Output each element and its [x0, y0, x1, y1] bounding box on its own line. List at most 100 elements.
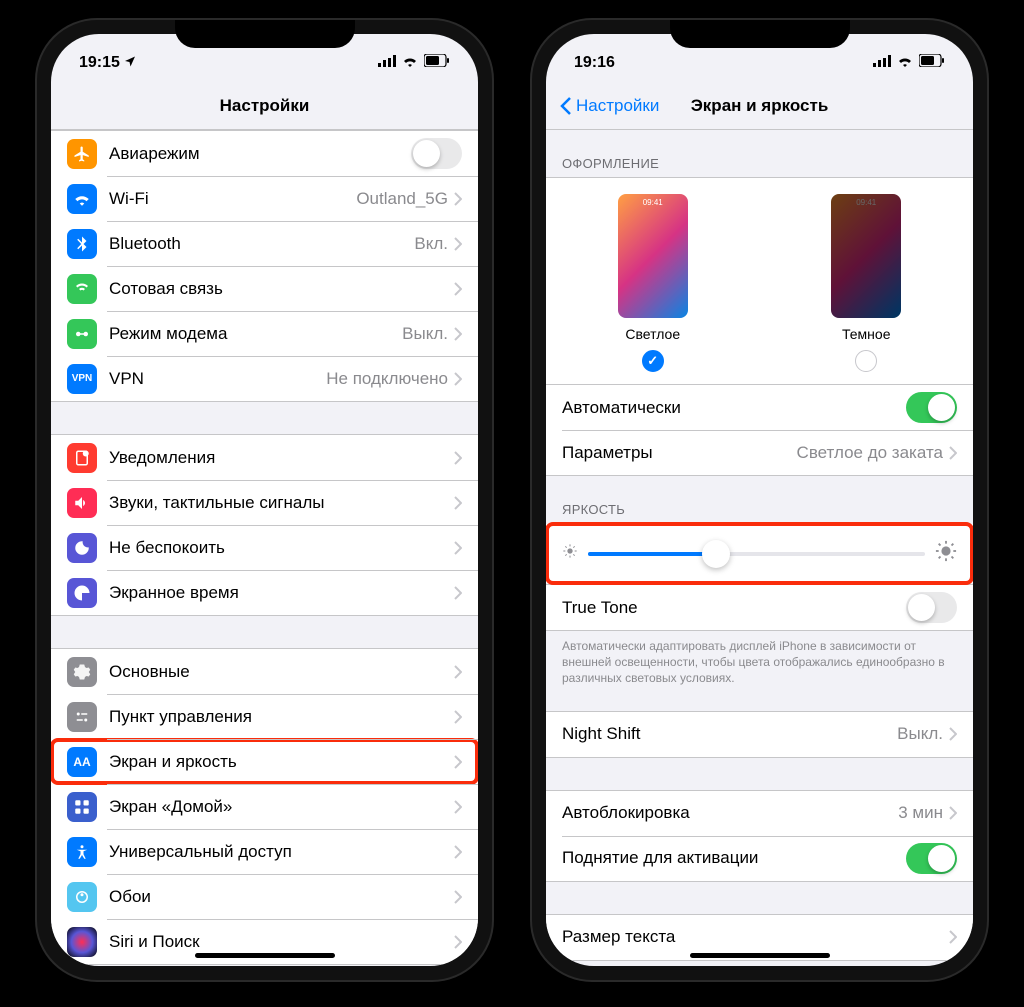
gear-icon — [67, 657, 97, 687]
row-label: Звуки, тактильные сигналы — [109, 493, 454, 513]
row-hotspot[interactable]: Режим модема Выкл. — [51, 311, 478, 356]
navbar: Настройки — [51, 82, 478, 130]
notifications-icon — [67, 443, 97, 473]
row-nightshift[interactable]: Night Shift Выкл. — [546, 712, 973, 757]
brightness-slider[interactable] — [588, 552, 925, 556]
chevron-icon — [949, 446, 957, 460]
row-label: Экран и яркость — [109, 752, 454, 772]
navbar: Настройки Экран и яркость — [546, 82, 973, 130]
row-cellular[interactable]: Сотовая связь — [51, 266, 478, 311]
row-bluetooth[interactable]: Bluetooth Вкл. — [51, 221, 478, 266]
row-label: Siri и Поиск — [109, 932, 454, 952]
chevron-icon — [949, 806, 957, 820]
settings-content[interactable]: Авиарежим Wi-Fi Outland_5G Bluetooth Вкл… — [51, 130, 478, 966]
row-wifi[interactable]: Wi-Fi Outland_5G — [51, 176, 478, 221]
wifi-status-icon — [897, 54, 913, 72]
brightness-header: Яркость — [546, 494, 973, 523]
row-home-screen[interactable]: Экран «Домой» — [51, 784, 478, 829]
row-label: Пункт управления — [109, 707, 454, 727]
dark-radio[interactable] — [855, 350, 877, 372]
row-label: Обои — [109, 887, 454, 907]
row-label: Универсальный доступ — [109, 842, 454, 862]
control-center-icon — [67, 702, 97, 732]
row-display-brightness[interactable]: AA Экран и яркость — [51, 739, 478, 784]
row-vpn[interactable]: VPN VPN Не подключено — [51, 356, 478, 401]
appearance-dark[interactable]: 09:41 Темное — [831, 194, 901, 372]
chevron-icon — [454, 800, 462, 814]
row-raise-to-wake[interactable]: Поднятие для активации — [546, 836, 973, 881]
back-button[interactable]: Настройки — [560, 96, 659, 116]
row-value: Outland_5G — [356, 189, 448, 209]
screen-right: 19:16 Настройки Экран и яркость Оформлен… — [546, 34, 973, 966]
slider-thumb[interactable] — [702, 540, 730, 568]
row-airplane[interactable]: Авиарежим — [51, 131, 478, 176]
row-notifications[interactable]: Уведомления — [51, 435, 478, 480]
airplane-toggle[interactable] — [411, 138, 462, 169]
row-dnd[interactable]: Не беспокоить — [51, 525, 478, 570]
chevron-icon — [454, 327, 462, 341]
screentime-icon — [67, 578, 97, 608]
chevron-icon — [454, 372, 462, 386]
row-general[interactable]: Основные — [51, 649, 478, 694]
wifi-status-icon — [402, 54, 418, 72]
wallpaper-icon — [67, 882, 97, 912]
row-label: Поднятие для активации — [562, 848, 906, 868]
row-wallpaper[interactable]: Обои — [51, 874, 478, 919]
chevron-icon — [454, 192, 462, 206]
row-label: Автоблокировка — [562, 803, 898, 823]
chevron-icon — [949, 930, 957, 944]
row-label: Авиарежим — [109, 144, 411, 164]
truetone-toggle[interactable] — [906, 592, 957, 623]
row-truetone[interactable]: True Tone — [546, 585, 973, 630]
row-control-center[interactable]: Пункт управления — [51, 694, 478, 739]
row-label: Размер текста — [562, 927, 949, 947]
siri-icon — [67, 927, 97, 957]
row-label: True Tone — [562, 598, 906, 618]
chevron-icon — [454, 890, 462, 904]
chevron-icon — [454, 710, 462, 724]
row-autolock[interactable]: Автоблокировка 3 мин — [546, 791, 973, 836]
row-value: 3 мин — [898, 803, 943, 823]
notch — [670, 20, 850, 48]
home-indicator[interactable] — [690, 953, 830, 958]
battery-icon — [919, 54, 945, 72]
row-label: Основные — [109, 662, 454, 682]
battery-icon — [424, 54, 450, 72]
airplane-icon — [67, 139, 97, 169]
row-sounds[interactable]: Звуки, тактильные сигналы — [51, 480, 478, 525]
row-automatic[interactable]: Автоматически — [546, 385, 973, 430]
nav-title: Экран и яркость — [691, 96, 829, 116]
chevron-icon — [949, 727, 957, 741]
row-value: Вкл. — [414, 234, 448, 254]
row-accessibility[interactable]: Универсальный доступ — [51, 829, 478, 874]
row-screentime[interactable]: Экранное время — [51, 570, 478, 615]
row-value: Не подключено — [326, 369, 448, 389]
automatic-toggle[interactable] — [906, 392, 957, 423]
phone-left: 19:15 Настройки Авиарежим — [37, 20, 492, 980]
dark-label: Темное — [842, 326, 890, 342]
appearance-header: Оформление — [546, 148, 973, 177]
hotspot-icon — [67, 319, 97, 349]
row-value: Выкл. — [402, 324, 448, 344]
chevron-icon — [454, 496, 462, 510]
phone-right: 19:16 Настройки Экран и яркость Оформлен… — [532, 20, 987, 980]
appearance-section: 09:41 Светлое 09:41 Темное — [546, 177, 973, 384]
row-options[interactable]: Параметры Светлое до заката — [546, 430, 973, 475]
screen-left: 19:15 Настройки Авиарежим — [51, 34, 478, 966]
chevron-icon — [454, 586, 462, 600]
chevron-icon — [454, 237, 462, 251]
back-label: Настройки — [576, 96, 659, 116]
appearance-light[interactable]: 09:41 Светлое — [618, 194, 688, 372]
home-indicator[interactable] — [195, 953, 335, 958]
chevron-icon — [454, 282, 462, 296]
display-content[interactable]: Оформление 09:41 Светлое 09:41 Темное Ав… — [546, 130, 973, 966]
cellular-icon — [67, 274, 97, 304]
row-label: Не беспокоить — [109, 538, 454, 558]
vpn-icon: VPN — [67, 364, 97, 394]
sun-small-icon — [562, 543, 578, 564]
light-radio[interactable] — [642, 350, 664, 372]
chevron-icon — [454, 935, 462, 949]
row-label: Сотовая связь — [109, 279, 454, 299]
raise-toggle[interactable] — [906, 843, 957, 874]
row-label: Автоматически — [562, 398, 906, 418]
